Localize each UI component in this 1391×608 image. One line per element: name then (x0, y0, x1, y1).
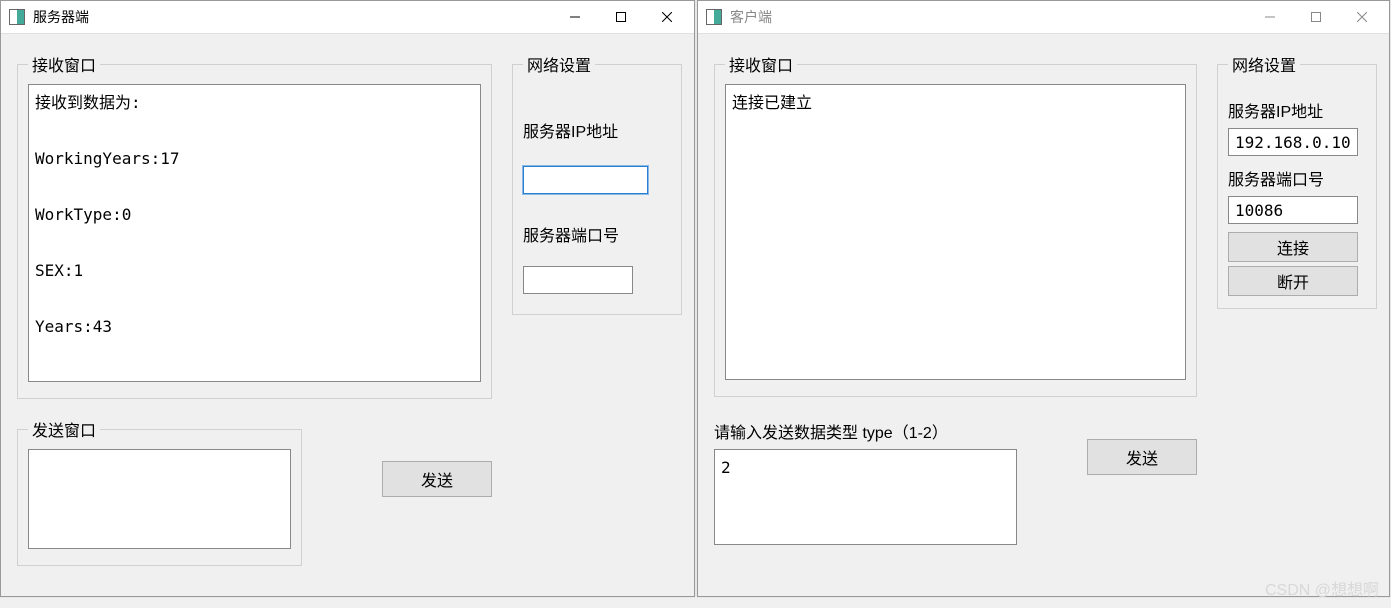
server-port-label: 服务器端口号 (523, 222, 671, 246)
client-port-label: 服务器端口号 (1228, 166, 1366, 190)
client-right-column: 网络设置 服务器IP地址 服务器端口号 连接 断开 (1217, 52, 1377, 549)
client-connect-button[interactable]: 连接 (1228, 232, 1358, 262)
window-controls (552, 2, 690, 32)
client-send-textarea[interactable] (714, 449, 1017, 545)
server-network-legend: 网络设置 (523, 52, 595, 76)
server-ip-label: 服务器IP地址 (523, 118, 671, 142)
server-title: 服务器端 (33, 7, 552, 27)
maximize-button[interactable] (598, 2, 644, 32)
client-send-group: 请输入发送数据类型 type（1-2） (714, 415, 1017, 549)
client-receive-group: 接收窗口 (714, 52, 1197, 397)
server-send-group: 发送窗口 (17, 417, 302, 566)
server-window: 服务器端 接收窗口 发送窗口 (0, 0, 695, 597)
app-icon (706, 9, 722, 25)
client-disconnect-button[interactable]: 断开 (1228, 266, 1358, 296)
server-left-column: 接收窗口 发送窗口 发送 (17, 52, 492, 566)
client-receive-textarea[interactable] (725, 84, 1186, 380)
server-receive-textarea[interactable] (28, 84, 481, 382)
client-left-column: 接收窗口 请输入发送数据类型 type（1-2） 发送 (714, 52, 1197, 549)
server-send-legend: 发送窗口 (28, 417, 100, 441)
server-send-textarea[interactable] (28, 449, 291, 549)
maximize-button[interactable] (1293, 2, 1339, 32)
client-title: 客户端 (730, 7, 1247, 27)
client-ip-label: 服务器IP地址 (1228, 98, 1366, 122)
server-network-group: 网络设置 服务器IP地址 服务器端口号 (512, 52, 682, 315)
client-titlebar[interactable]: 客户端 (698, 1, 1389, 34)
minimize-button[interactable] (552, 2, 598, 32)
client-port-input[interactable] (1228, 196, 1358, 224)
client-send-button[interactable]: 发送 (1087, 439, 1197, 475)
server-titlebar[interactable]: 服务器端 (1, 1, 694, 34)
client-bottom-row: 请输入发送数据类型 type（1-2） 发送 (714, 415, 1197, 549)
app-icon (9, 9, 25, 25)
server-body: 接收窗口 发送窗口 发送 网络设置 服务器IP地址 (1, 34, 694, 578)
close-button[interactable] (644, 2, 690, 32)
client-send-button-col: 发送 (1037, 415, 1197, 475)
server-right-column: 网络设置 服务器IP地址 服务器端口号 (512, 52, 682, 566)
server-receive-group: 接收窗口 (17, 52, 492, 399)
client-receive-legend: 接收窗口 (725, 52, 797, 76)
window-controls (1247, 2, 1385, 32)
server-send-button-col: 发送 (322, 417, 492, 497)
client-network-legend: 网络设置 (1228, 52, 1300, 76)
server-ip-input[interactable] (523, 166, 648, 194)
server-bottom-row: 发送窗口 发送 (17, 417, 492, 566)
close-button[interactable] (1339, 2, 1385, 32)
client-window: 客户端 接收窗口 请输入发送数据类型 type（1-2） (697, 0, 1390, 597)
client-network-group: 网络设置 服务器IP地址 服务器端口号 连接 断开 (1217, 52, 1377, 309)
client-send-label: 请输入发送数据类型 type（1-2） (714, 419, 1017, 443)
server-receive-legend: 接收窗口 (28, 52, 100, 76)
server-send-button[interactable]: 发送 (382, 461, 492, 497)
client-body: 接收窗口 请输入发送数据类型 type（1-2） 发送 网络设置 服务器IP地址… (698, 34, 1389, 561)
server-port-input[interactable] (523, 266, 633, 294)
minimize-button[interactable] (1247, 2, 1293, 32)
client-ip-input[interactable] (1228, 128, 1358, 156)
